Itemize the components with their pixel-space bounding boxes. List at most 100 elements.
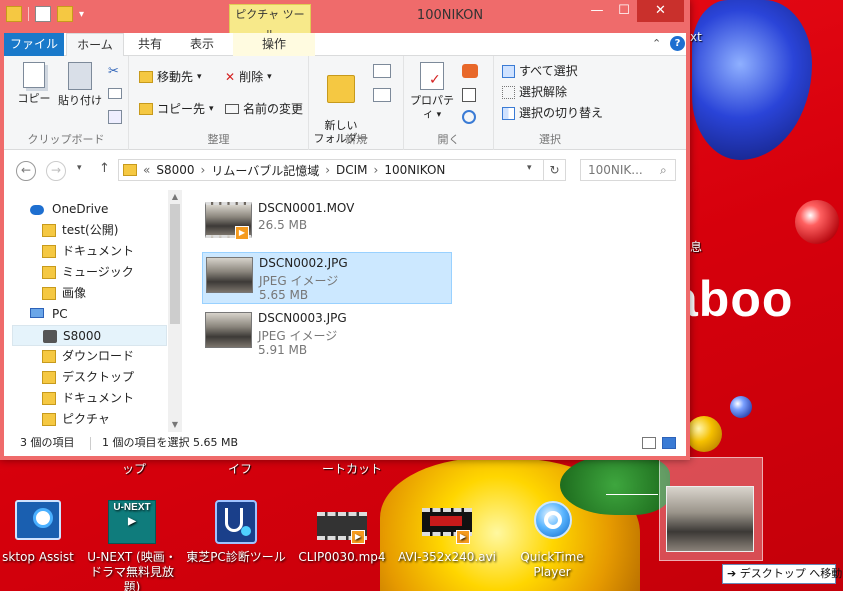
file-type: JPEG イメージ [259, 274, 339, 288]
new-folder-icon [327, 75, 355, 103]
ribbon-tabs: ファイル ホーム 共有 表示 操作 ⌃ ? [4, 33, 686, 57]
file-item[interactable]: ▶ DSCN0001.MOV 26.5 MB [202, 198, 452, 250]
new-item-icon[interactable] [373, 64, 391, 78]
forward-button[interactable]: → [46, 161, 66, 181]
invert-selection-button[interactable]: 選択の切り替え [502, 104, 603, 122]
copy-path-icon[interactable] [108, 88, 122, 99]
select-all-icon [502, 64, 515, 78]
properties-button[interactable]: ✓ プロパティ ▾ [406, 62, 458, 122]
edit-icon[interactable] [462, 88, 476, 102]
breadcrumb-separator[interactable]: › [374, 163, 379, 177]
qat-dropdown-icon[interactable]: ▾ [79, 9, 84, 20]
nav-item-onedrive[interactable]: OneDrive [4, 199, 166, 220]
search-icon: ⌕ [660, 163, 667, 177]
scroll-down-icon[interactable]: ▼ [168, 418, 182, 432]
easy-access-icon[interactable] [373, 88, 391, 102]
maximize-button[interactable]: ☐ [611, 0, 637, 22]
nav-item-test[interactable]: test(公開) [4, 220, 166, 241]
nav-item-desktop[interactable]: デスクトップ [4, 367, 166, 388]
address-bar-row: ← → ▾ ↑ « S8000 › リムーバブル記憶域 › DCIM › 100… [4, 150, 686, 190]
decorative-bead [686, 416, 722, 452]
properties-icon[interactable] [35, 6, 51, 22]
large-icons-view-icon[interactable] [662, 437, 676, 449]
pc-icon [30, 308, 44, 318]
desktop-icon-quicktime[interactable]: QuickTime Player [502, 498, 602, 580]
group-clipboard: コピー 貼り付け ✂ クリップボード [4, 56, 129, 150]
copy-button[interactable]: コピー [14, 62, 54, 105]
tab-view[interactable]: 表示 [178, 33, 226, 56]
breadcrumb-separator[interactable]: › [201, 163, 206, 177]
drag-thumbnail-preview [659, 457, 763, 561]
move-to-button[interactable]: 移動先 ▾ [139, 68, 202, 86]
scroll-up-icon[interactable]: ▲ [168, 190, 182, 204]
decorative-gem [692, 0, 812, 160]
status-item-count: 3 個の項目 [20, 436, 75, 449]
nav-item-downloads[interactable]: ダウンロード [4, 346, 166, 367]
tab-manage[interactable]: 操作 [233, 33, 315, 56]
tab-share[interactable]: 共有 [128, 33, 172, 56]
breadcrumb-overflow[interactable]: « [143, 163, 150, 177]
nav-item-pc-documents[interactable]: ドキュメント [4, 388, 166, 409]
new-folder-icon[interactable] [57, 6, 73, 22]
nav-scrollbar[interactable]: ▲ ▼ [168, 190, 182, 432]
download-folder-icon [42, 350, 56, 363]
paste-shortcut-icon[interactable] [108, 110, 122, 124]
address-dropdown-icon[interactable]: ▾ [527, 163, 532, 173]
ribbon-collapse-icon[interactable]: ⌃ [652, 37, 661, 50]
tab-home[interactable]: ホーム [66, 33, 124, 57]
help-icon[interactable]: ? [670, 36, 685, 51]
desktop-icon-desktop-assist[interactable]: sktop Assist [0, 498, 88, 565]
desktop-icon-label: 東芝PC診断ツール [186, 550, 286, 564]
refresh-icon[interactable]: ↻ [543, 160, 565, 180]
desktop-icon-toshiba-diagnostic[interactable]: 東芝PC診断ツール [186, 498, 286, 565]
rename-icon [225, 104, 239, 114]
scrollbar-thumb[interactable] [170, 204, 180, 324]
up-button[interactable]: ↑ [99, 161, 110, 176]
breadcrumb-item[interactable]: DCIM [336, 163, 368, 177]
breadcrumb-item[interactable]: S8000 [156, 163, 194, 177]
minimize-button[interactable]: — [583, 0, 611, 22]
history-icon[interactable] [462, 110, 476, 124]
breadcrumb-item[interactable]: リムーバブル記憶域 [211, 162, 319, 179]
breadcrumb-separator[interactable]: › [325, 163, 330, 177]
nav-item-documents[interactable]: ドキュメント [4, 241, 166, 262]
desktop-icon-label: sktop Assist [2, 550, 74, 564]
desktop-icon-unext[interactable]: U-NEXT ▶ U-NEXT (映画・ドラマ無料見放題) [82, 498, 182, 591]
rename-button[interactable]: 名前の変更 [225, 100, 303, 118]
group-label: 選択 [539, 133, 561, 146]
drag-line [606, 494, 658, 495]
title-bar[interactable]: ▾ ピクチャ ツール 100NIKON — ☐ ✕ [0, 0, 690, 41]
desktop-icon-avi[interactable]: ▶ AVI-352x240.avi [397, 498, 497, 565]
nav-item-music[interactable]: ミュージック [4, 262, 166, 283]
recent-locations-icon[interactable]: ▾ [77, 163, 82, 173]
paste-button[interactable]: 貼り付け [56, 62, 104, 107]
delete-button[interactable]: ✕ 削除 ▾ [225, 68, 272, 86]
nav-item-pictures-onedrive[interactable]: 画像 [4, 283, 166, 304]
desktop-text-fragment: ートカット [322, 462, 383, 476]
desktop-icon-clip-mp4[interactable]: ▶ CLIP0030.mp4 [292, 498, 392, 565]
copy-icon [23, 62, 45, 88]
open-icon[interactable] [462, 64, 478, 78]
group-label: 整理 [207, 133, 230, 146]
file-size: 5.91 MB [258, 343, 308, 357]
cut-icon[interactable]: ✂ [108, 64, 119, 79]
address-bar[interactable]: « S8000 › リムーバブル記憶域 › DCIM › 100NIKON ▾ … [118, 159, 566, 181]
copy-to-button[interactable]: コピー先 ▾ [139, 100, 214, 118]
select-none-button[interactable]: 選択解除 [502, 83, 567, 101]
explorer-window: ▾ ピクチャ ツール 100NIKON — ☐ ✕ ファイル ホーム 共有 表示… [0, 0, 690, 460]
file-item-selected[interactable]: DSCN0002.JPG JPEG イメージ 5.65 MB [202, 252, 452, 304]
nav-item-pc[interactable]: PC [4, 304, 166, 325]
back-button[interactable]: ← [16, 161, 36, 181]
details-view-icon[interactable] [642, 437, 656, 449]
nav-item-s8000[interactable]: S8000 [12, 325, 167, 346]
desktop-icon-label: QuickTime Player [520, 550, 584, 579]
desktop-text-fragment: 息 [690, 240, 703, 254]
file-item[interactable]: DSCN0003.JPG JPEG イメージ 5.91 MB [202, 308, 452, 360]
image-thumbnail [205, 312, 252, 348]
documents-folder-icon [42, 392, 56, 405]
select-all-button[interactable]: すべて選択 [502, 62, 578, 80]
tab-file[interactable]: ファイル [4, 33, 64, 56]
nav-item-pictures[interactable]: ピクチャ [4, 409, 166, 430]
breadcrumb-item[interactable]: 100NIKON [384, 163, 445, 177]
close-button[interactable]: ✕ [637, 0, 684, 22]
